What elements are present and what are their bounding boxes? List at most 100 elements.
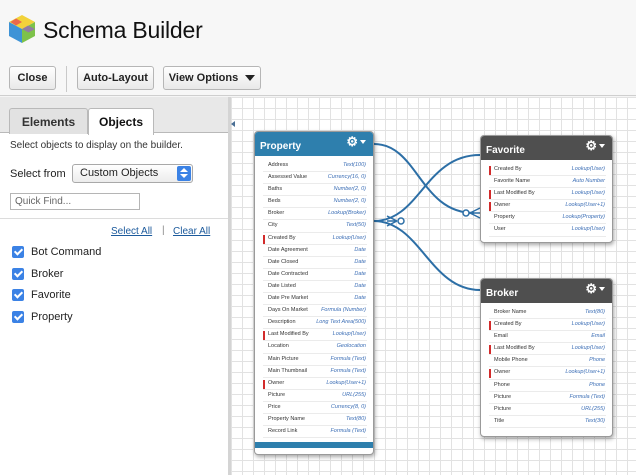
field-type: Formula (Text)	[330, 355, 366, 362]
entity-header-broker[interactable]: Broker ⚙	[481, 279, 612, 303]
field-row-required[interactable]: Created By Lookup(User)	[489, 319, 606, 332]
field-row[interactable]: Date Contracted Date	[263, 269, 367, 281]
field-row[interactable]: Description Long Text Area(500)	[263, 317, 367, 330]
field-type: Text(80)	[585, 309, 605, 315]
field-name: Phone	[494, 381, 510, 388]
field-name: Date Closed	[268, 258, 299, 265]
entity-card-property[interactable]: Property ⚙ Address Text(100) Assessed Val…	[254, 131, 374, 455]
field-type: Formula (Text)	[330, 367, 366, 374]
field-row-required[interactable]: Created By Lookup(User)	[263, 233, 367, 245]
field-row[interactable]: Main Picture Formula (Text)	[263, 354, 367, 366]
entity-header-property[interactable]: Property ⚙	[255, 132, 373, 156]
field-row[interactable]: Beds Number(2, 0)	[263, 196, 367, 209]
select-all-link[interactable]: Select All	[111, 226, 152, 237]
field-row[interactable]: Date Closed Date	[263, 257, 367, 269]
field-name: Created By	[494, 166, 522, 172]
field-row[interactable]: Assessed Value Currency(16, 0)	[263, 172, 367, 185]
checkbox-checked-icon[interactable]	[12, 311, 24, 323]
close-button[interactable]: Close	[9, 66, 56, 90]
collapse-sidebar-icon[interactable]	[231, 121, 235, 127]
field-row[interactable]: Favorite Name Auto Number	[489, 176, 606, 189]
field-row[interactable]: Date Agreement Date	[263, 245, 367, 257]
field-row[interactable]: Main Thumbnail Formula (Text)	[263, 366, 367, 378]
checkbox-checked-icon[interactable]	[12, 246, 24, 258]
object-item-label: Favorite	[31, 289, 71, 301]
field-row[interactable]: Address Text(100)	[263, 160, 367, 173]
tab-objects[interactable]: Objects	[88, 108, 154, 135]
entity-header-favorite[interactable]: Favorite ⚙	[481, 136, 612, 160]
quick-find-input[interactable]	[10, 193, 140, 210]
entity-card-favorite[interactable]: Favorite ⚙ Created By Lookup(User) Favori…	[480, 135, 613, 243]
field-row[interactable]: Days On Market Formula (Number)	[263, 305, 367, 318]
field-row[interactable]: Date Listed Date	[263, 281, 367, 294]
checkbox-checked-icon[interactable]	[12, 268, 24, 280]
field-type: Date	[354, 282, 366, 289]
object-item-bot-command[interactable]: Bot Command	[12, 245, 101, 259]
field-row[interactable]: Property Lookup(Property)	[489, 212, 606, 225]
field-row-required[interactable]: Last Modified By Lookup(User)	[263, 329, 367, 342]
field-row[interactable]: Picture URL(255)	[489, 404, 606, 416]
field-row[interactable]: Phone Phone	[489, 380, 606, 392]
field-type: Text(30)	[585, 417, 605, 424]
field-name: Last Modified By	[268, 331, 309, 338]
field-row-required[interactable]: Created By Lookup(User)	[489, 164, 606, 177]
field-row[interactable]: Title Text(30)	[489, 416, 606, 428]
close-button-label: Close	[17, 72, 48, 84]
field-row[interactable]: Baths Number(2, 0)	[263, 184, 367, 197]
field-name: Date Pre Market	[268, 295, 309, 302]
field-row[interactable]: Record Link Formula (Text)	[263, 426, 367, 439]
field-row-required[interactable]: Owner Lookup(User+1)	[489, 200, 606, 213]
field-type: Auto Number	[572, 178, 605, 185]
field-row[interactable]: Price Currency(8, 0)	[263, 402, 367, 414]
select-from-dropdown[interactable]: Custom Objects	[72, 164, 193, 183]
field-name: Description	[268, 319, 296, 326]
entity-options-button[interactable]: ⚙	[346, 135, 366, 148]
field-row[interactable]: Broker Lookup(Broker)	[263, 208, 367, 221]
field-name: Mobile Phone	[494, 357, 528, 364]
entity-options-button[interactable]: ⚙	[585, 282, 605, 295]
field-row[interactable]: Property Name Text(80)	[263, 414, 367, 427]
clear-all-link[interactable]: Clear All	[173, 226, 210, 237]
field-row[interactable]: Mobile Phone Phone	[489, 355, 606, 368]
view-options-button[interactable]: View Options	[163, 66, 261, 90]
entity-field-list: Address Text(100) Assessed Value Currency(…	[255, 156, 373, 443]
field-row[interactable]: User Lookup(User)	[489, 224, 606, 237]
chevron-down-icon	[245, 75, 256, 81]
tab-elements[interactable]: Elements	[9, 108, 88, 134]
field-row-required[interactable]: Last Modified By Lookup(User)	[489, 188, 606, 201]
field-type: Formula (Number)	[321, 307, 366, 314]
field-row[interactable]: Location Geolocation	[263, 341, 367, 354]
field-type: Date	[354, 258, 366, 265]
entity-options-button[interactable]: ⚙	[585, 139, 605, 152]
auto-layout-button[interactable]: Auto-Layout	[77, 66, 154, 90]
field-type: Date	[354, 246, 366, 253]
field-name: Picture	[494, 393, 512, 400]
field-row[interactable]: Date Pre Market Date	[263, 293, 367, 306]
field-row-required[interactable]: Owner Lookup(User+1)	[263, 378, 367, 390]
app-header: Schema Builder	[0, 0, 636, 60]
field-row-required[interactable]: Owner Lookup(User+1)	[489, 367, 606, 380]
object-item-broker[interactable]: Broker	[12, 267, 63, 281]
field-row[interactable]: City Text(50)	[263, 220, 367, 233]
field-row[interactable]: Email Email	[489, 331, 606, 344]
field-row[interactable]: Broker Name Text(80)	[489, 307, 606, 320]
entity-card-broker[interactable]: Broker ⚙ Broker Name Text(80) Created By L…	[480, 278, 613, 437]
checkbox-checked-icon[interactable]	[12, 289, 24, 301]
field-type: Phone	[589, 357, 605, 364]
field-type: Text(50)	[346, 222, 366, 229]
field-type: Lookup(User+1)	[565, 202, 605, 209]
field-row-required[interactable]: Last Modified By Lookup(User)	[489, 343, 606, 356]
object-item-label: Bot Command	[31, 246, 102, 258]
field-type: Lookup(User+1)	[326, 379, 366, 386]
field-row[interactable]: Picture Formula (Text)	[489, 392, 606, 404]
field-row[interactable]: Picture URL(255)	[263, 390, 367, 402]
entity-field-list: Created By Lookup(User) Favorite Name Auto…	[481, 160, 612, 241]
sidebar-tabs: Elements Objects	[0, 97, 228, 135]
auto-layout-button-label: Auto-Layout	[83, 72, 148, 84]
field-type: Formula (Text)	[330, 428, 366, 435]
object-item-label: Broker	[31, 268, 64, 280]
toolbar: Close Auto-Layout View Options	[0, 60, 636, 96]
object-item-property[interactable]: Property	[12, 310, 73, 324]
app-title: Schema Builder	[43, 17, 203, 43]
object-item-favorite[interactable]: Favorite	[12, 288, 71, 302]
